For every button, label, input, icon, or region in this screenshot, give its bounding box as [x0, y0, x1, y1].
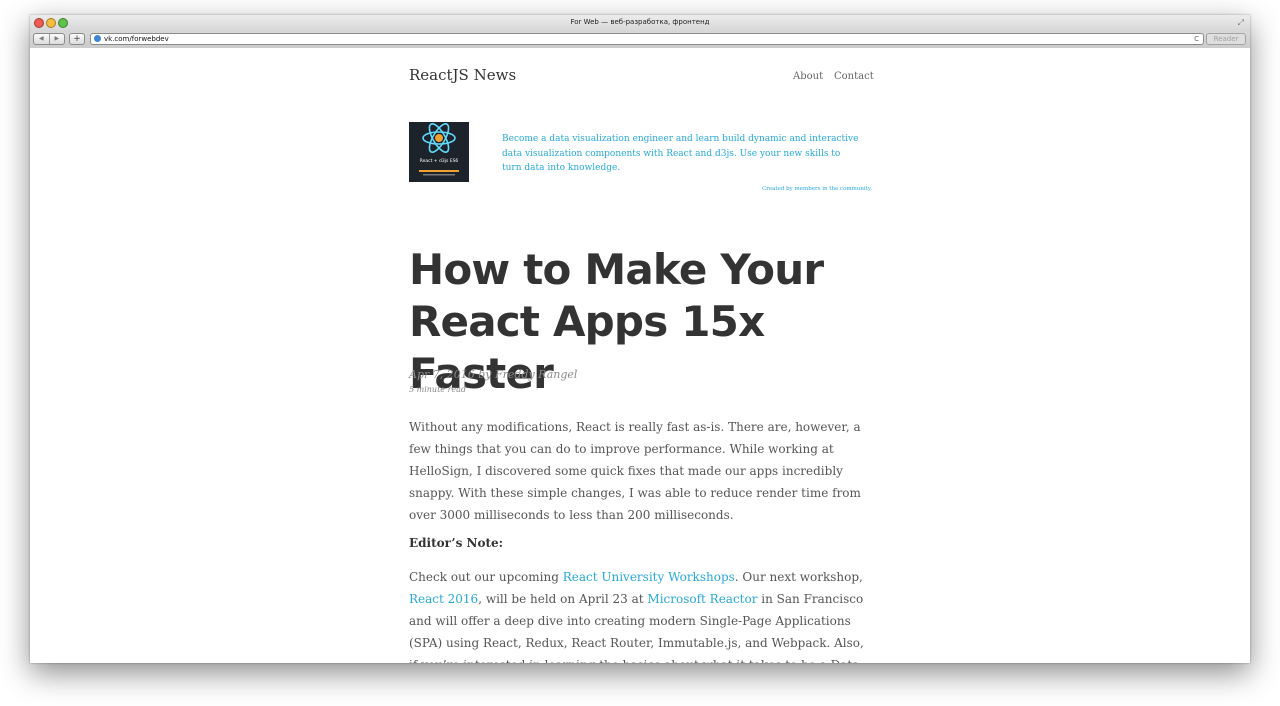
read-time: 5 minute read — [409, 385, 467, 394]
window-title: For Web — веб-разработка, фронтенд — [570, 18, 710, 26]
back-button[interactable]: ◀ — [34, 34, 49, 44]
address-bar[interactable]: vk.com/forwebdev C — [90, 33, 1204, 45]
forward-button[interactable]: ▶ — [48, 34, 65, 44]
paragraph-text: . Our next workshop, — [734, 570, 863, 584]
add-bookmark-button[interactable]: + — [69, 33, 85, 45]
paragraph-text: Check out our upcoming — [409, 570, 563, 584]
address-text: vk.com/forwebdev — [104, 35, 169, 43]
react-atom-icon — [419, 123, 459, 176]
nav-about-link[interactable]: About — [793, 71, 823, 82]
globe-icon — [94, 35, 101, 42]
site-title[interactable]: ReactJS News — [409, 66, 516, 84]
ad-image[interactable]: React + d3js ES6 — [409, 122, 469, 182]
ad-credit[interactable]: Created by members in the community. — [762, 186, 872, 192]
nav-contact-link[interactable]: Contact — [834, 71, 874, 82]
microsoft-reactor-link[interactable]: Microsoft Reactor — [647, 592, 757, 606]
post-meta: Apr 7, 2016 by Freddy Rangel — [409, 368, 578, 381]
title-bar: For Web — веб-разработка, фронтенд ⤢ — [30, 15, 1250, 32]
history-nav: ◀ ▶ — [33, 33, 65, 45]
editors-note-paragraph: Check out our upcoming React University … — [409, 566, 872, 663]
ad-text[interactable]: Become a data visualization engineer and… — [502, 132, 862, 176]
react-university-link[interactable]: React University Workshops — [563, 570, 735, 584]
browser-window: For Web — веб-разработка, фронтенд ⤢ ◀ ▶… — [30, 15, 1250, 663]
paragraph-text: , will be held on April 23 at — [478, 592, 648, 606]
editors-note-heading: Editor’s Note: — [409, 536, 504, 550]
react-2016-link[interactable]: React 2016 — [409, 592, 478, 606]
ad-image-title: React + d3js ES6 — [419, 159, 459, 164]
page-content: ReactJS News About Contact React + d3js … — [30, 48, 1250, 663]
fullscreen-icon[interactable]: ⤢ — [1238, 18, 1244, 28]
reload-icon[interactable]: C — [1194, 35, 1199, 43]
intro-paragraph: Without any modifications, React is real… — [409, 420, 861, 522]
reader-button[interactable]: Reader — [1206, 33, 1246, 45]
